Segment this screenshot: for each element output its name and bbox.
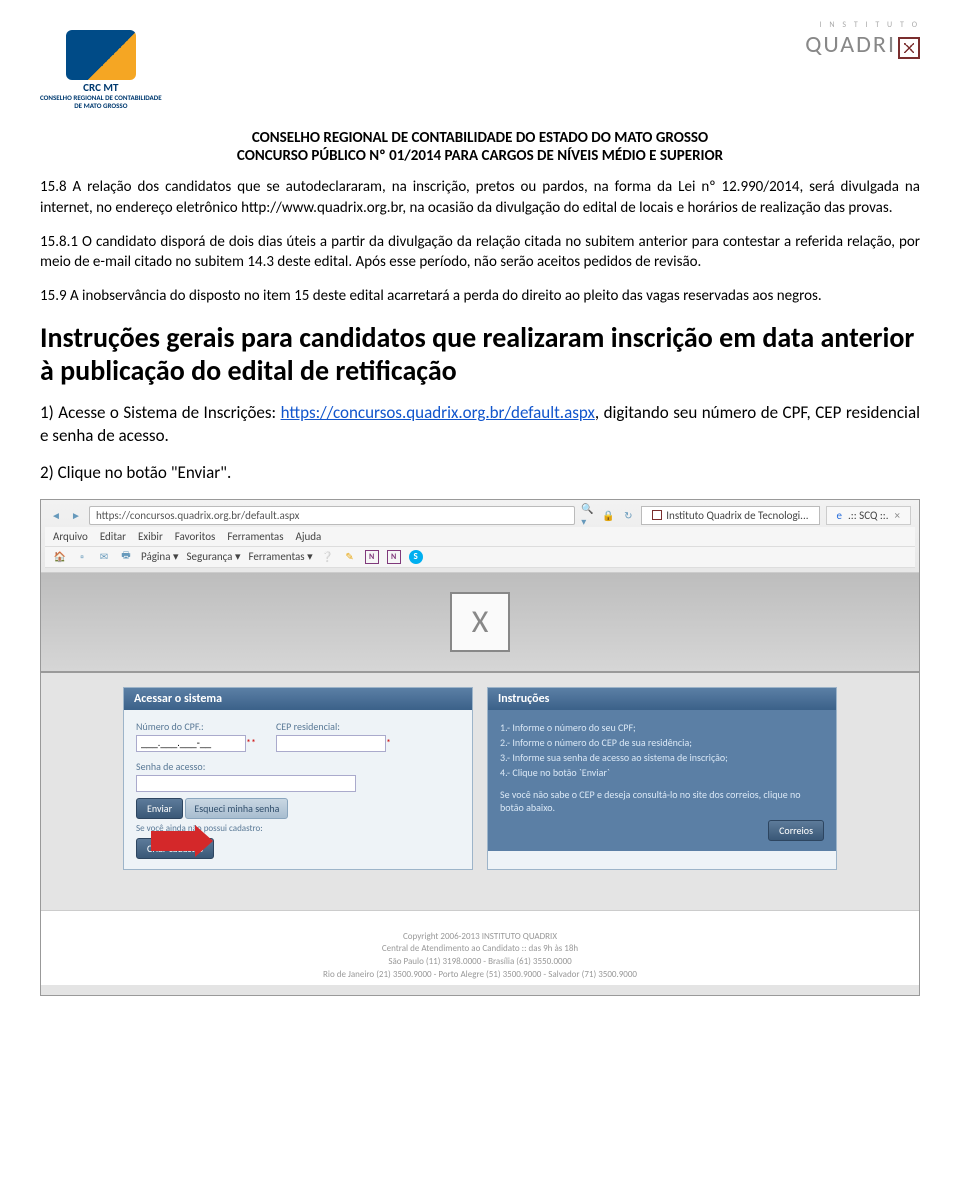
senha-label: Senha de acesso: bbox=[136, 760, 460, 773]
crc-logo-icon bbox=[66, 30, 136, 80]
instructions-panel-title: Instruções bbox=[488, 688, 836, 710]
footer-l3: São Paulo (11) 3198.0000 - Brasília (61)… bbox=[41, 956, 919, 969]
feeds-icon[interactable]: ▫ bbox=[75, 550, 89, 564]
lock-icon: 🔒 bbox=[601, 508, 615, 522]
footer-l2: Central de Atendimento ao Candidato :: d… bbox=[41, 943, 919, 956]
page-body: X Acessar o sistema Número do CPF.: ** C… bbox=[41, 573, 919, 995]
instr-item-2: 2.- Informe o número do CEP de sua resid… bbox=[500, 735, 824, 750]
banner: X bbox=[41, 573, 919, 673]
mail-icon[interactable]: ✉ bbox=[97, 550, 111, 564]
document-title: CONSELHO REGIONAL DE CONTABILIDADE DO ES… bbox=[40, 129, 920, 165]
quadrix-text: QUADRI bbox=[805, 30, 896, 59]
address-bar[interactable]: https://concursos.quadrix.org.br/default… bbox=[89, 506, 575, 525]
cep-label: CEP residencial: bbox=[276, 720, 391, 733]
browser-toolbar: 🏠 ▫ ✉ 🖶 Página ▾ Segurança ▾ Ferramentas… bbox=[45, 547, 915, 568]
skype-icon[interactable]: S bbox=[409, 550, 423, 564]
cep-note: Se você não sabe o CEP e deseja consultá… bbox=[500, 788, 824, 814]
step-1-pre: 1) Acesse o Sistema de Inscrições: bbox=[40, 402, 281, 423]
browser-screenshot: ◄ ► https://concursos.quadrix.org.br/def… bbox=[40, 499, 920, 996]
quadrix-x-icon bbox=[898, 37, 920, 59]
tab-quadrix-label: Instituto Quadrix de Tecnologi... bbox=[666, 509, 808, 522]
inscriptions-link[interactable]: https://concursos.quadrix.org.br/default… bbox=[281, 402, 595, 423]
cpf-input[interactable] bbox=[136, 735, 246, 752]
crc-logo: CRC MT CONSELHO REGIONAL DE CONTABILIDAD… bbox=[40, 30, 162, 109]
forward-icon[interactable]: ► bbox=[69, 508, 83, 522]
step-2: 2) Clique no botão "Enviar". bbox=[40, 462, 920, 485]
cpf-required: ** bbox=[246, 736, 256, 749]
instructions-panel: Instruções 1.- Informe o número do seu C… bbox=[487, 687, 837, 870]
step-1: 1) Acesse o Sistema de Inscrições: https… bbox=[40, 402, 920, 448]
quadrix-logo: I N S T I T U T O QUADRI bbox=[805, 30, 920, 59]
paragraph-15-9: 15.9 A inobservância do disposto no item… bbox=[40, 286, 920, 306]
menu-editar[interactable]: Editar bbox=[100, 530, 126, 543]
instr-item-1: 1.- Informe o número do seu CPF; bbox=[500, 720, 824, 735]
red-arrow-icon bbox=[151, 831, 199, 851]
notes-icon[interactable]: N bbox=[387, 550, 401, 564]
title-line1: CONSELHO REGIONAL DE CONTABILIDADE DO ES… bbox=[40, 129, 920, 147]
tab-favicon-icon bbox=[652, 510, 662, 520]
toolbar-ferramentas[interactable]: Ferramentas ▾ bbox=[248, 550, 312, 563]
menu-ajuda[interactable]: Ajuda bbox=[296, 530, 322, 543]
paragraph-15-8-1: 15.8.1 O candidato disporá de dois dias … bbox=[40, 232, 920, 273]
back-icon[interactable]: ◄ bbox=[49, 508, 63, 522]
document-header: CRC MT CONSELHO REGIONAL DE CONTABILIDAD… bbox=[40, 30, 920, 109]
print-icon[interactable]: 🖶 bbox=[119, 550, 133, 564]
browser-chrome: ◄ ► https://concursos.quadrix.org.br/def… bbox=[41, 500, 919, 573]
page-footer: Copyright 2006-2013 INSTITUTO QUADRIX Ce… bbox=[41, 910, 919, 985]
quadrix-inst: I N S T I T U T O bbox=[820, 20, 920, 30]
pencil-icon[interactable]: ✎ bbox=[343, 550, 357, 564]
browser-menu-bar: Arquivo Editar Exibir Favoritos Ferramen… bbox=[45, 527, 915, 547]
instr-item-4: 4.- Clique no botão `Enviar` bbox=[500, 765, 824, 780]
toolbar-seguranca[interactable]: Segurança ▾ bbox=[186, 550, 240, 563]
menu-favoritos[interactable]: Favoritos bbox=[175, 530, 216, 543]
banner-logo-icon: X bbox=[450, 592, 510, 652]
tab-scq-icon: e bbox=[837, 509, 842, 522]
footer-l4: Rio de Janeiro (21) 3500.9000 - Porto Al… bbox=[41, 969, 919, 982]
toolbar-pagina[interactable]: Página ▾ bbox=[141, 550, 178, 563]
paragraph-15-8: 15.8 A relação dos candidatos que se aut… bbox=[40, 177, 920, 218]
cpf-label: Número do CPF.: bbox=[136, 720, 256, 733]
enviar-button[interactable]: Enviar bbox=[136, 798, 183, 819]
tab-quadrix[interactable]: Instituto Quadrix de Tecnologi... bbox=[641, 506, 819, 525]
tab-scq-label: .:: SCQ ::. bbox=[848, 509, 889, 522]
senha-input[interactable] bbox=[136, 775, 356, 792]
login-panel-title: Acessar o sistema bbox=[124, 688, 472, 710]
onenote-icon[interactable]: N bbox=[365, 550, 379, 564]
tab-close-icon[interactable]: × bbox=[895, 509, 900, 522]
section-heading: Instruções gerais para candidatos que re… bbox=[40, 321, 920, 388]
footer-l1: Copyright 2006-2013 INSTITUTO QUADRIX bbox=[41, 931, 919, 944]
home-icon[interactable]: 🏠 bbox=[53, 550, 67, 564]
menu-arquivo[interactable]: Arquivo bbox=[53, 530, 88, 543]
tab-scq[interactable]: e .:: SCQ ::. × bbox=[826, 506, 912, 525]
search-icon[interactable]: 🔍 ▾ bbox=[581, 508, 595, 522]
title-line2: CONCURSO PÚBLICO Nº 01/2014 PARA CARGOS … bbox=[40, 147, 920, 165]
crc-logo-sub2: DE MATO GROSSO bbox=[74, 102, 127, 110]
refresh-icon[interactable]: ↻ bbox=[621, 508, 635, 522]
correios-button[interactable]: Correios bbox=[768, 820, 824, 841]
cep-input[interactable] bbox=[276, 735, 386, 752]
esqueci-senha-button[interactable]: Esqueci minha senha bbox=[185, 798, 288, 819]
instr-item-3: 3.- Informe sua senha de acesso ao siste… bbox=[500, 750, 824, 765]
menu-ferramentas[interactable]: Ferramentas bbox=[227, 530, 283, 543]
cep-required: * bbox=[386, 736, 391, 749]
menu-exibir[interactable]: Exibir bbox=[138, 530, 163, 543]
help-icon[interactable]: ❔ bbox=[321, 550, 335, 564]
